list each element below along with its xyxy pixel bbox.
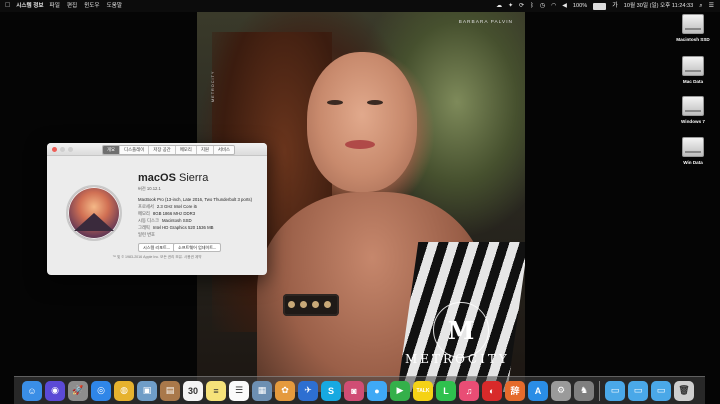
dock-launchpad-icon[interactable]: 🚀 [68,380,88,401]
desktop-disk-win-data[interactable]: Win Data [670,137,716,165]
menu-clock[interactable]: 10월 30일 (일) 오후 11:24:33 [624,0,693,12]
dock-photo-booth-icon[interactable]: ◙ [344,380,364,401]
software-update-button[interactable]: 소프트웨어 업데이트... [173,243,222,252]
tab-service[interactable]: 서비스 [213,146,235,154]
menu-window[interactable]: 윈도우 [84,0,99,12]
notification-center-icon[interactable]: ☰ [709,0,714,12]
time-machine-icon[interactable]: ◷ [540,0,545,12]
dock-preview-icon[interactable]: ▣ [137,380,157,401]
droplet-icon[interactable]: ✦ [508,0,513,12]
tab-storage[interactable]: 저장 공간 [149,146,176,154]
tab-displays[interactable]: 디스플레이 [120,146,150,154]
os-name: macOS Sierra [138,172,209,184]
dock-siri-icon[interactable]: ◉ [45,380,65,401]
wallpaper-logo: M [433,302,489,358]
spec-graphics: 그래픽 Intel HD Graphics 520 1536 MB [138,225,214,230]
tab-memory[interactable]: 메모리 [175,146,197,154]
dock-chrome-icon[interactable]: ◍ [114,380,134,401]
menu-help[interactable]: 도움말 [107,0,122,12]
copyright-footer: ™ 및 © 1983-2016 Apple Inc. 모든 권리 보유. 사용권… [112,255,202,259]
tab-overview[interactable]: 개요 [103,146,121,154]
input-source-icon[interactable]: 가 [612,0,618,12]
dock-itunes-icon[interactable]: ♫ [459,380,479,401]
dock-photos-icon[interactable]: ✿ [275,380,295,401]
wallpaper-lips [345,140,375,149]
dock-skype-icon[interactable]: S [321,380,341,401]
wallpaper-caption: BARBARA PALVIN [458,20,513,25]
about-this-mac-window: 개요 디스플레이 저장 공간 메모리 지원 서비스 macOS Sierra 버… [47,143,267,275]
dock-finder-icon[interactable]: ☺ [22,380,42,401]
zoom-button[interactable] [68,146,73,152]
disk-label: Macintosh SSD [676,37,710,42]
spec-model: MacBook Pro (13-inch, Late 2016, Two Thu… [138,197,253,202]
hard-drive-icon [682,14,704,34]
dock: ☺ ◉ 🚀 ◎ ◍ ▣ ▤ 30 ≡ ☰ ▦ ✿ ✈ S ◙ ● ▶ TALK L ♫ ◐ 辞 A ⚙ ♞ ▭ ▭ ▭ 🗑 [14,376,705,404]
disk-label: Mac Data [682,79,704,84]
menu-bar:  시스템 정보 파일 편집 윈도우 도움말 ☁ ✦ ⟳ ᛒ ◷ ◠ ◀ 100… [0,0,720,12]
wifi-icon[interactable]: ◠ [551,0,556,12]
spec-serial: 일련 번호 [138,232,156,237]
sync-icon[interactable]: ⟳ [519,0,524,12]
wallpaper-bracelet [283,294,339,316]
menu-edit[interactable]: 편집 [67,0,77,12]
dock-system-preferences-icon[interactable]: ⚙ [551,380,571,401]
minimize-button[interactable] [60,146,65,152]
dock-folder-1-icon[interactable]: ▭ [605,380,625,401]
dock-address-book-icon[interactable]: ▤ [160,380,180,401]
apple-menu-icon[interactable]:  [5,0,10,12]
spec-startup-disk: 시동 디스크 Macintosh SSD [138,218,192,223]
system-report-button[interactable]: 시스템 리포트... [138,243,176,252]
dock-mail-icon[interactable]: ✈ [298,380,318,401]
hard-drive-icon [682,56,704,76]
hard-drive-icon [682,137,704,157]
dock-messages-icon[interactable]: ● [367,380,387,401]
wallpaper-eye-right [367,100,383,105]
volume-icon[interactable]: ◀ [562,0,567,12]
disk-label: Win Data [683,160,703,165]
tab-bar: 개요 디스플레이 저장 공간 메모리 지원 서비스 [102,145,236,155]
disk-label: Windows 7 [681,119,705,124]
wallpaper-eye-left [327,100,343,105]
close-button[interactable] [52,146,57,152]
dock-safari-icon[interactable]: ◎ [91,380,111,401]
spotlight-icon[interactable]: ⌕ [699,0,702,12]
menu-app-name[interactable]: 시스템 정보 [16,0,43,12]
dock-reminders-icon[interactable]: ☰ [229,380,249,401]
dock-facetime-icon[interactable]: ▶ [390,380,410,401]
wallpaper-side-text: METROCITY [211,70,215,102]
about-content: macOS Sierra 버전 10.12.1 MacBook Pro (13-… [47,156,267,266]
window-titlebar[interactable]: 개요 디스플레이 저장 공간 메모리 지원 서비스 [47,143,267,156]
spec-processor: 프로세서 2.3 GHz Intel Core i5 [138,204,197,209]
dock-app-store-icon[interactable]: A [528,380,548,401]
desktop-disk-macintosh-ssd[interactable]: Macintosh SSD [670,14,716,42]
bluetooth-icon[interactable]: ᛒ [530,0,534,12]
wallpaper-brand: METROCITY [405,352,510,366]
tab-support[interactable]: 지원 [196,146,214,154]
battery-percent[interactable]: 100% [573,0,587,12]
battery-icon[interactable] [593,2,607,10]
dock-folder-3-icon[interactable]: ▭ [651,380,671,401]
desktop-disk-windows-7[interactable]: Windows 7 [670,96,716,124]
desktop-disk-mac-data[interactable]: Mac Data [670,56,716,84]
macos-sierra-icon [66,185,122,241]
dock-music-player-icon[interactable]: ◐ [482,380,502,401]
dock-trash-icon[interactable]: 🗑 [674,380,694,401]
cloud-icon[interactable]: ☁ [496,0,502,12]
dock-automator-icon[interactable]: ♞ [574,380,594,401]
dock-dictionary-icon[interactable]: 辞 [505,380,525,401]
wallpaper-face [307,52,417,192]
dock-line-icon[interactable]: L [436,380,456,401]
menu-file[interactable]: 파일 [50,0,60,12]
dock-calendar-icon[interactable]: 30 [183,380,203,401]
spec-memory: 메모리 8GB 1866 MHz DDR3 [138,211,196,216]
dock-notes-icon[interactable]: ≡ [206,380,226,401]
os-version: 버전 10.12.1 [138,186,161,191]
dock-folder-2-icon[interactable]: ▭ [628,380,648,401]
dock-image-capture-icon[interactable]: ▦ [252,380,272,401]
hard-drive-icon [682,96,704,116]
dock-separator [599,380,600,401]
dock-kakaotalk-icon[interactable]: TALK [413,380,433,401]
